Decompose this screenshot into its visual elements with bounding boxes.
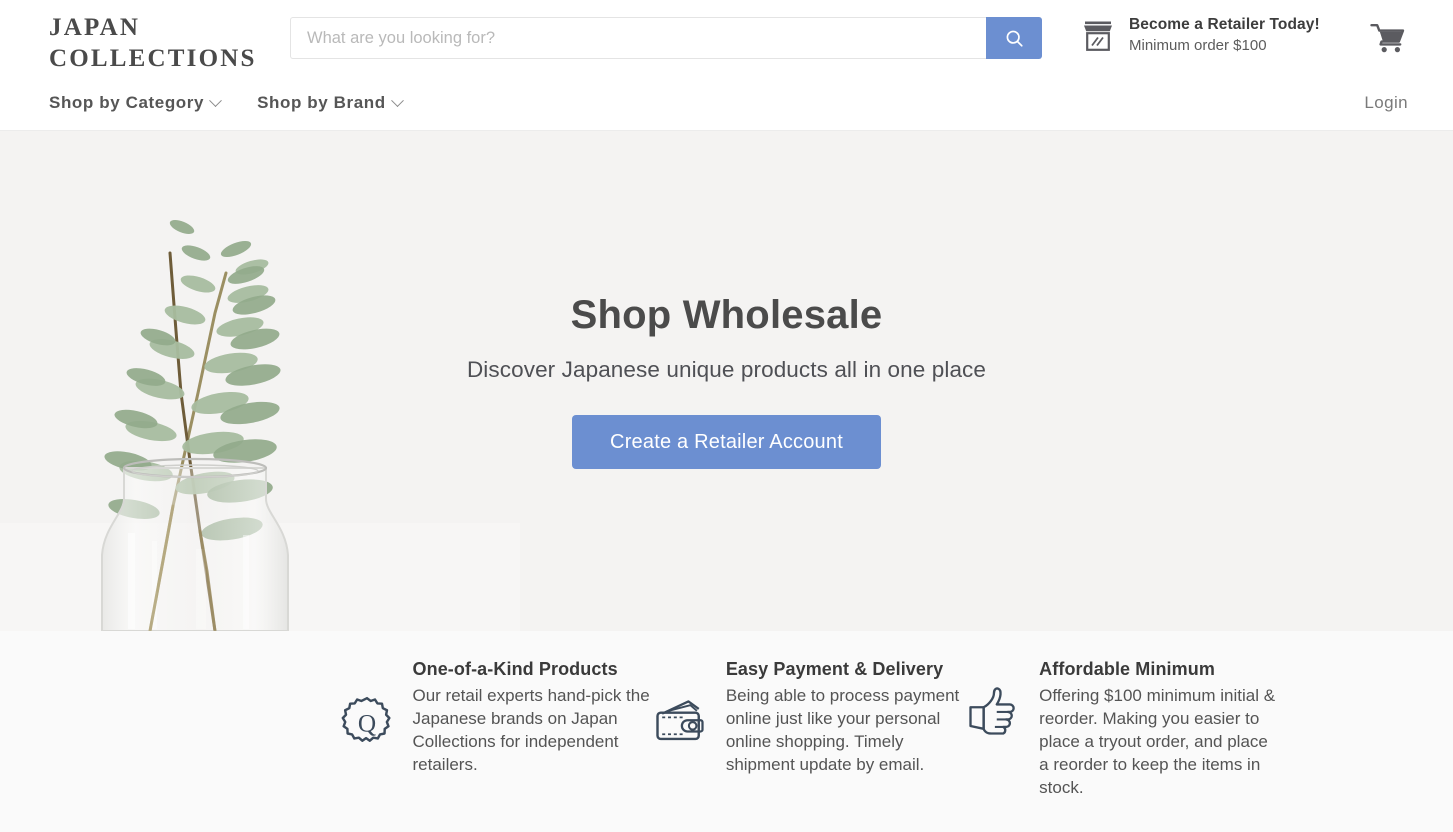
feature-title: Affordable Minimum — [1039, 659, 1215, 679]
search-icon — [1006, 30, 1023, 47]
become-a-retailer-banner[interactable]: Become a Retailer Today! Minimum order $… — [1081, 15, 1320, 56]
feature-easy-payment-delivery: Easy Payment & Delivery Being able to pr… — [650, 659, 963, 832]
feature-text: Our retail experts hand-pick the Japanes… — [412, 686, 650, 774]
hero-subtitle: Discover Japanese unique products all in… — [466, 357, 987, 382]
nav-item-label: Shop by Brand — [257, 93, 386, 112]
hero-content: Shop Wholesale Discover Japanese unique … — [0, 131, 1453, 631]
shopping-cart-icon — [1370, 24, 1405, 53]
feature-body: Affordable Minimum Offering $100 minimum… — [1039, 659, 1276, 799]
svg-text:Q: Q — [357, 709, 375, 737]
nav-item-shop-by-brand[interactable]: Shop by Brand — [257, 93, 404, 113]
retailer-title: Become a Retailer Today! — [1129, 16, 1320, 33]
logo-line-1: JAPAN — [49, 14, 141, 41]
header-top-bar: JAPAN COLLECTIONS What are you looking f… — [0, 0, 1453, 76]
feature-text: Being able to process payment online jus… — [725, 686, 960, 774]
create-retailer-account-button[interactable]: Create a Retailer Account — [572, 415, 881, 469]
search-input[interactable] — [290, 17, 986, 59]
features-row: Q One-of-a-Kind Products Our retail expe… — [177, 659, 1277, 832]
retailer-subtitle: Minimum order $100 — [1129, 36, 1267, 54]
thumbs-up-icon — [969, 687, 1015, 735]
page-root: JAPAN COLLECTIONS What are you looking f… — [0, 0, 1453, 832]
nav-item-shop-by-category[interactable]: Shop by Category — [49, 93, 222, 113]
site-logo[interactable]: JAPAN COLLECTIONS — [49, 12, 279, 74]
feature-affordable-minimum: Affordable Minimum Offering $100 minimum… — [963, 659, 1276, 832]
feature-one-of-a-kind-products: Q One-of-a-Kind Products Our retail expe… — [337, 659, 650, 832]
cart-button[interactable] — [1368, 18, 1408, 58]
hero-section: Shop Wholesale Discover Japanese unique … — [0, 131, 1453, 631]
logo-line-2: COLLECTIONS — [49, 45, 257, 72]
feature-title: Easy Payment & Delivery — [725, 659, 944, 679]
feature-body: Easy Payment & Delivery Being able to pr… — [726, 659, 963, 776]
nav-items: Shop by Category Shop by Brand — [49, 76, 404, 130]
chevron-down-icon — [390, 93, 404, 107]
nav-item-label: Shop by Category — [49, 93, 205, 112]
quality-badge-icon: Q — [341, 696, 391, 742]
wallet-icon — [656, 700, 704, 741]
search-bar — [290, 17, 1042, 59]
login-link[interactable]: Login — [1364, 76, 1408, 130]
search-button[interactable] — [986, 17, 1042, 59]
feature-title: One-of-a-Kind Products — [412, 659, 618, 679]
chevron-down-icon — [209, 93, 222, 107]
hero-title: Shop Wholesale — [570, 293, 883, 337]
feature-body: One-of-a-Kind Products Our retail expert… — [413, 659, 650, 776]
feature-text: Offering $100 minimum initial & reorder.… — [1039, 686, 1276, 797]
main-nav: Shop by Category Shop by Brand Login — [0, 76, 1453, 130]
retailer-text-block: Become a Retailer Today! Minimum order $… — [1129, 15, 1320, 56]
storefront-icon — [1084, 21, 1112, 51]
features-section: Q One-of-a-Kind Products Our retail expe… — [0, 631, 1453, 832]
site-header: JAPAN COLLECTIONS What are you looking f… — [0, 0, 1453, 131]
